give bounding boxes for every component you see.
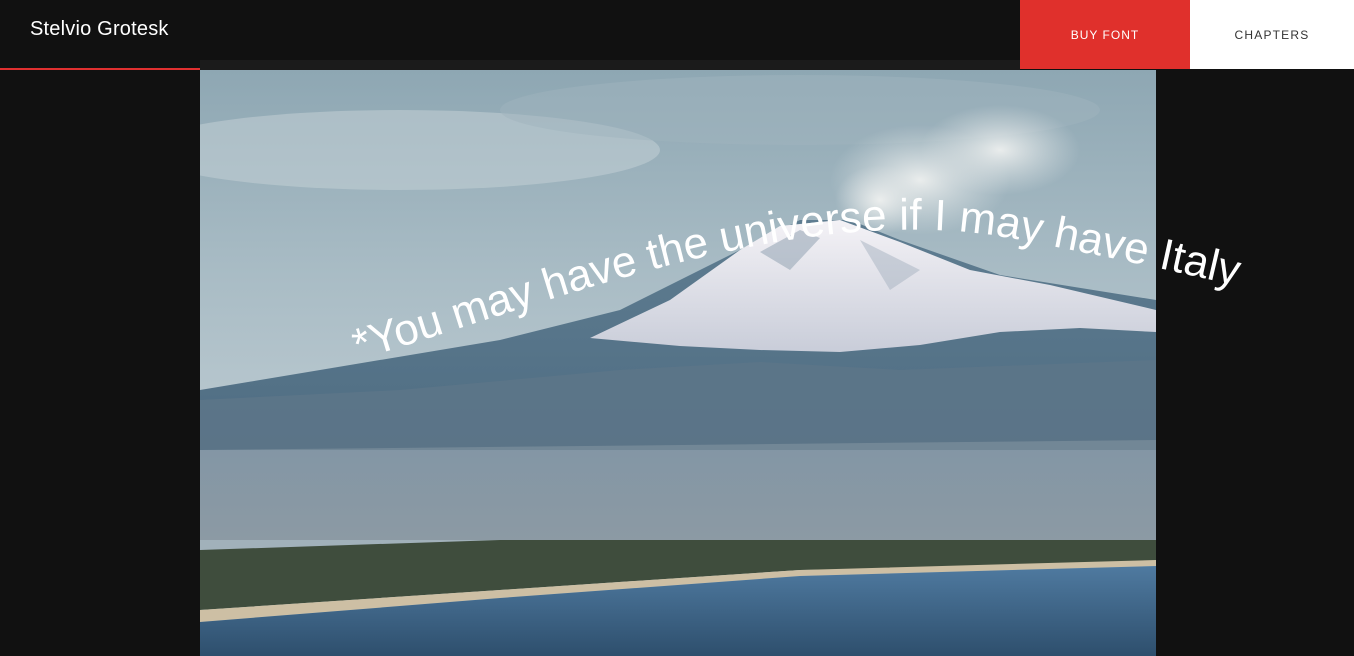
hero-photo: [200, 70, 1156, 656]
chapters-button[interactable]: CHAPTERS: [1190, 0, 1354, 69]
buy-font-button[interactable]: BUY FONT: [1020, 0, 1190, 69]
hero-top-strip: [200, 60, 1020, 70]
top-bar: Stelvio Grotesk BUY FONT CHAPTERS: [0, 0, 1354, 70]
brand-logo[interactable]: Stelvio Grotesk: [30, 18, 169, 41]
volcano-landscape-image: [200, 70, 1156, 656]
